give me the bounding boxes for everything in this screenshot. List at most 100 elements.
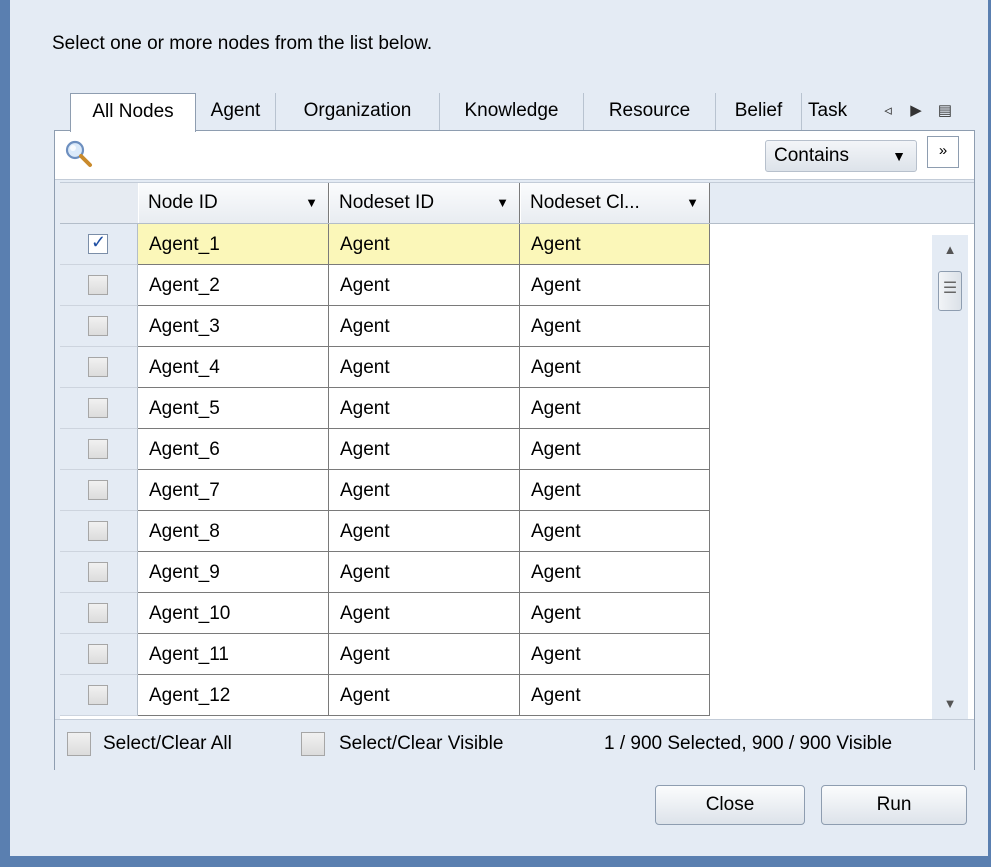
- scroll-down-icon[interactable]: ▼: [932, 689, 968, 719]
- nodeset-class-cell[interactable]: Agent: [520, 511, 710, 552]
- nodeset-id-cell[interactable]: Agent: [329, 224, 520, 265]
- nodeset-tab-bar: All Nodes Agent Organization Knowledge R…: [70, 93, 975, 132]
- tab-all-nodes[interactable]: All Nodes: [70, 93, 196, 132]
- row-checkbox[interactable]: [88, 439, 108, 459]
- tab-organization[interactable]: Organization: [276, 93, 440, 130]
- tab-belief[interactable]: Belief: [716, 93, 802, 130]
- row-checkbox[interactable]: [88, 685, 108, 705]
- node-id-cell[interactable]: Agent_7: [138, 470, 329, 511]
- nodeset-class-cell[interactable]: Agent: [520, 388, 710, 429]
- nodeset-id-cell[interactable]: Agent: [329, 306, 520, 347]
- row-checkbox[interactable]: [88, 357, 108, 377]
- run-button[interactable]: Run: [821, 785, 967, 825]
- row-checkbox[interactable]: [88, 562, 108, 582]
- search-input[interactable]: [99, 141, 753, 171]
- expand-filter-button[interactable]: »: [927, 136, 959, 168]
- nodeset-id-cell[interactable]: Agent: [329, 593, 520, 634]
- row-checkbox[interactable]: [88, 521, 108, 541]
- select-visible-checkbox[interactable]: [301, 732, 325, 756]
- match-mode-select[interactable]: Contains ▼: [765, 140, 917, 172]
- table-row[interactable]: Agent_9 Agent Agent: [60, 552, 710, 593]
- tab-agent[interactable]: Agent: [196, 93, 276, 130]
- select-all-checkbox[interactable]: [67, 732, 91, 756]
- tab-knowledge[interactable]: Knowledge: [440, 93, 584, 130]
- node-id-cell[interactable]: Agent_9: [138, 552, 329, 593]
- node-id-cell[interactable]: Agent_12: [138, 675, 329, 716]
- row-checkbox[interactable]: ✓: [88, 232, 108, 254]
- table-row[interactable]: Agent_6 Agent Agent: [60, 429, 710, 470]
- nodeset-class-cell[interactable]: Agent: [520, 265, 710, 306]
- node-id-cell[interactable]: Agent_1: [138, 224, 329, 265]
- node-id-cell[interactable]: Agent_6: [138, 429, 329, 470]
- tab-list-menu-icon[interactable]: ▤: [932, 93, 958, 130]
- node-selection-dialog: Select one or more nodes from the list b…: [10, 0, 988, 856]
- nodeset-id-cell[interactable]: Agent: [329, 675, 520, 716]
- nodeset-class-cell[interactable]: Agent: [520, 634, 710, 675]
- nodeset-class-cell[interactable]: Agent: [520, 347, 710, 388]
- node-id-cell[interactable]: Agent_8: [138, 511, 329, 552]
- nodeset-id-cell[interactable]: Agent: [329, 511, 520, 552]
- row-checkbox[interactable]: [88, 644, 108, 664]
- tab-scroll-left-icon[interactable]: ◃: [876, 93, 900, 130]
- tab-task[interactable]: Task: [802, 93, 854, 130]
- table-row[interactable]: Agent_12 Agent Agent: [60, 675, 710, 716]
- nodeset-id-cell[interactable]: Agent: [329, 429, 520, 470]
- table-row[interactable]: Agent_11 Agent Agent: [60, 634, 710, 675]
- nodeset-id-cell[interactable]: Agent: [329, 470, 520, 511]
- row-checkbox[interactable]: [88, 275, 108, 295]
- nodeset-class-cell[interactable]: Agent: [520, 470, 710, 511]
- node-id-cell[interactable]: Agent_10: [138, 593, 329, 634]
- column-header-label: Node ID: [148, 192, 218, 213]
- table-row[interactable]: Agent_3 Agent Agent: [60, 306, 710, 347]
- row-checkbox[interactable]: [88, 480, 108, 500]
- row-select-cell: [60, 511, 138, 552]
- row-checkbox[interactable]: [88, 603, 108, 623]
- match-mode-value: Contains: [774, 145, 849, 166]
- sort-arrow-icon: ▼: [686, 195, 699, 210]
- nodeset-class-cell[interactable]: Agent: [520, 429, 710, 470]
- column-header-label: Nodeset ID: [339, 192, 435, 213]
- nodeset-id-cell[interactable]: Agent: [329, 388, 520, 429]
- table-header: Node ID ▼ Nodeset ID ▼ Nodeset Cl... ▼: [60, 183, 974, 224]
- table-row[interactable]: Agent_5 Agent Agent: [60, 388, 710, 429]
- select-visible-label[interactable]: Select/Clear Visible: [339, 732, 503, 756]
- node-id-cell[interactable]: Agent_3: [138, 306, 329, 347]
- tab-resource[interactable]: Resource: [584, 93, 716, 130]
- table-row[interactable]: Agent_10 Agent Agent: [60, 593, 710, 634]
- row-select-cell: [60, 306, 138, 347]
- vertical-scrollbar[interactable]: ▲ ☰ ▼: [932, 235, 968, 719]
- nodeset-id-cell[interactable]: Agent: [329, 265, 520, 306]
- nodeset-class-cell[interactable]: Agent: [520, 593, 710, 634]
- checkmark-icon: ✓: [91, 232, 107, 252]
- column-header-node-id[interactable]: Node ID ▼: [138, 183, 329, 223]
- column-header-nodeset-id[interactable]: Nodeset ID ▼: [329, 183, 520, 223]
- nodeset-class-cell[interactable]: Agent: [520, 552, 710, 593]
- node-id-cell[interactable]: Agent_2: [138, 265, 329, 306]
- node-id-cell[interactable]: Agent_11: [138, 634, 329, 675]
- select-all-label[interactable]: Select/Clear All: [103, 732, 232, 756]
- tab-scroll-right-icon[interactable]: ▶: [904, 93, 928, 130]
- nodeset-id-cell[interactable]: Agent: [329, 347, 520, 388]
- row-checkbox[interactable]: [88, 398, 108, 418]
- scroll-thumb[interactable]: ☰: [938, 271, 962, 311]
- nodeset-class-cell[interactable]: Agent: [520, 675, 710, 716]
- table-row[interactable]: Agent_7 Agent Agent: [60, 470, 710, 511]
- table-row[interactable]: Agent_4 Agent Agent: [60, 347, 710, 388]
- close-button[interactable]: Close: [655, 785, 805, 825]
- search-bar: Contains ▼ »: [55, 131, 974, 180]
- node-id-cell[interactable]: Agent_4: [138, 347, 329, 388]
- column-header-nodeset-class[interactable]: Nodeset Cl... ▼: [520, 183, 710, 223]
- table-row[interactable]: Agent_2 Agent Agent: [60, 265, 710, 306]
- node-table: Node ID ▼ Nodeset ID ▼ Nodeset Cl... ▼ ✓ Age…: [60, 182, 974, 719]
- nodeset-id-cell[interactable]: Agent: [329, 634, 520, 675]
- table-row[interactable]: ✓ Agent_1 Agent Agent: [60, 224, 710, 265]
- node-id-cell[interactable]: Agent_5: [138, 388, 329, 429]
- node-list-panel: Contains ▼ » Node ID ▼ Nodeset ID ▼ Nodese…: [54, 130, 975, 770]
- row-checkbox[interactable]: [88, 316, 108, 336]
- scroll-up-icon[interactable]: ▲: [932, 235, 968, 265]
- nodeset-class-cell[interactable]: Agent: [520, 306, 710, 347]
- row-select-cell: [60, 552, 138, 593]
- nodeset-id-cell[interactable]: Agent: [329, 552, 520, 593]
- nodeset-class-cell[interactable]: Agent: [520, 224, 710, 265]
- table-row[interactable]: Agent_8 Agent Agent: [60, 511, 710, 552]
